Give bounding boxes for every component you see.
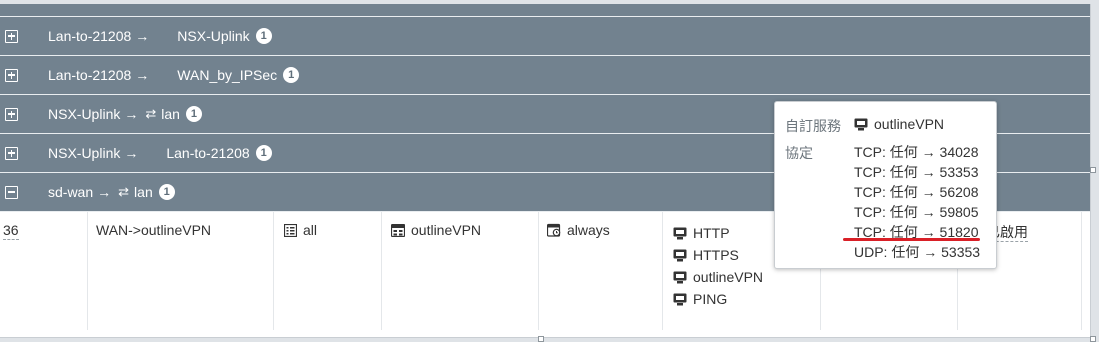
highlight-underline: [843, 238, 980, 241]
group-source: NSX-Uplink: [48, 106, 121, 122]
protocol-item: TCP: 任何 → 59805: [854, 204, 979, 220]
service-name: outlineVPN: [693, 269, 764, 285]
service-name: HTTPS: [693, 247, 739, 263]
collapse-icon[interactable]: [5, 185, 18, 199]
destination-address[interactable]: outlineVPN: [411, 222, 481, 238]
count-badge: 1: [185, 106, 202, 122]
group-row[interactable]: Lan-to-21208 → WAN_by_IPSec 1: [0, 56, 1090, 95]
policy-id-cell: 36: [0, 212, 88, 330]
destination-cell: outlineVPN: [382, 212, 539, 330]
tooltip-service: outlineVPN: [854, 116, 944, 132]
expand-icon[interactable]: [5, 107, 18, 121]
arrow-icon: →: [124, 145, 139, 161]
tooltip-protocol-label: 協定: [785, 145, 813, 161]
schedule-cell: always: [539, 212, 663, 330]
protocol-item: UDP: 任何 → 53353: [854, 244, 981, 260]
group-source: Lan-to-21208: [48, 28, 132, 44]
policy-name: WAN->outlineVPN: [96, 222, 212, 238]
expand-icon[interactable]: [5, 68, 18, 82]
arrow-icon: →: [135, 67, 150, 83]
vip-icon: [391, 223, 405, 237]
group-destination: lan: [161, 106, 180, 122]
service-icon: [673, 249, 687, 262]
service-icon: [673, 271, 687, 284]
policy-id[interactable]: 36: [3, 222, 19, 240]
count-badge: 1: [255, 28, 272, 44]
arrow-icon: →: [124, 106, 139, 122]
tooltip-service-label: 自訂服務: [785, 118, 841, 134]
protocol-item: TCP: 任何 → 56208: [854, 184, 979, 200]
arrow-icon: →: [97, 184, 112, 200]
group-destination: Lan-to-21208: [166, 145, 250, 161]
service-name: PING: [693, 291, 728, 307]
protocol-item: TCP: 任何 → 53353: [854, 164, 979, 180]
service-icon: [673, 293, 687, 306]
resize-handle[interactable]: [1090, 336, 1096, 342]
arrow-icon: →: [135, 28, 150, 44]
sdwan-icon: ⇄: [145, 106, 157, 121]
schedule-name[interactable]: always: [567, 222, 610, 238]
group-destination: NSX-Uplink: [177, 28, 250, 44]
resize-handle[interactable]: [538, 336, 544, 342]
address-list-icon: [284, 223, 297, 237]
group-destination: lan: [134, 184, 153, 200]
group-source: sd-wan: [48, 184, 94, 200]
protocol-item: TCP: 任何 → 34028: [854, 144, 979, 160]
group-destination: WAN_by_IPSec: [177, 67, 278, 83]
protocol-list: TCP: 任何 → 34028 TCP: 任何 → 53353 TCP: 任何 …: [854, 142, 980, 262]
group-source: NSX-Uplink: [48, 145, 121, 161]
service-item[interactable]: outlineVPN: [673, 266, 820, 288]
count-badge: 1: [255, 145, 272, 161]
row-end-cell: [1082, 212, 1090, 330]
count-badge: 1: [283, 67, 300, 83]
group-row[interactable]: Lan-to-21208 → NSX-Uplink 1: [0, 17, 1090, 56]
service-item[interactable]: PING: [673, 288, 820, 310]
service-icon: [673, 227, 687, 240]
sdwan-icon: ⇄: [118, 184, 130, 199]
source-cell: all: [274, 212, 382, 330]
service-name: HTTP: [693, 225, 730, 241]
source-address[interactable]: all: [303, 222, 317, 238]
count-badge: 1: [158, 184, 175, 200]
service-tooltip: 自訂服務 outlineVPN 協定 TCP: 任何 → 34028 TCP: …: [774, 101, 997, 269]
expand-icon[interactable]: [5, 146, 18, 160]
group-source: Lan-to-21208: [48, 67, 132, 83]
expand-icon[interactable]: [5, 29, 18, 43]
schedule-icon: [547, 224, 561, 237]
table-header-strip: [0, 4, 1090, 17]
service-icon: [854, 118, 868, 131]
resize-handle[interactable]: [1090, 167, 1096, 173]
tooltip-service-name: outlineVPN: [874, 116, 945, 132]
policy-name-cell: WAN->outlineVPN: [88, 212, 274, 330]
